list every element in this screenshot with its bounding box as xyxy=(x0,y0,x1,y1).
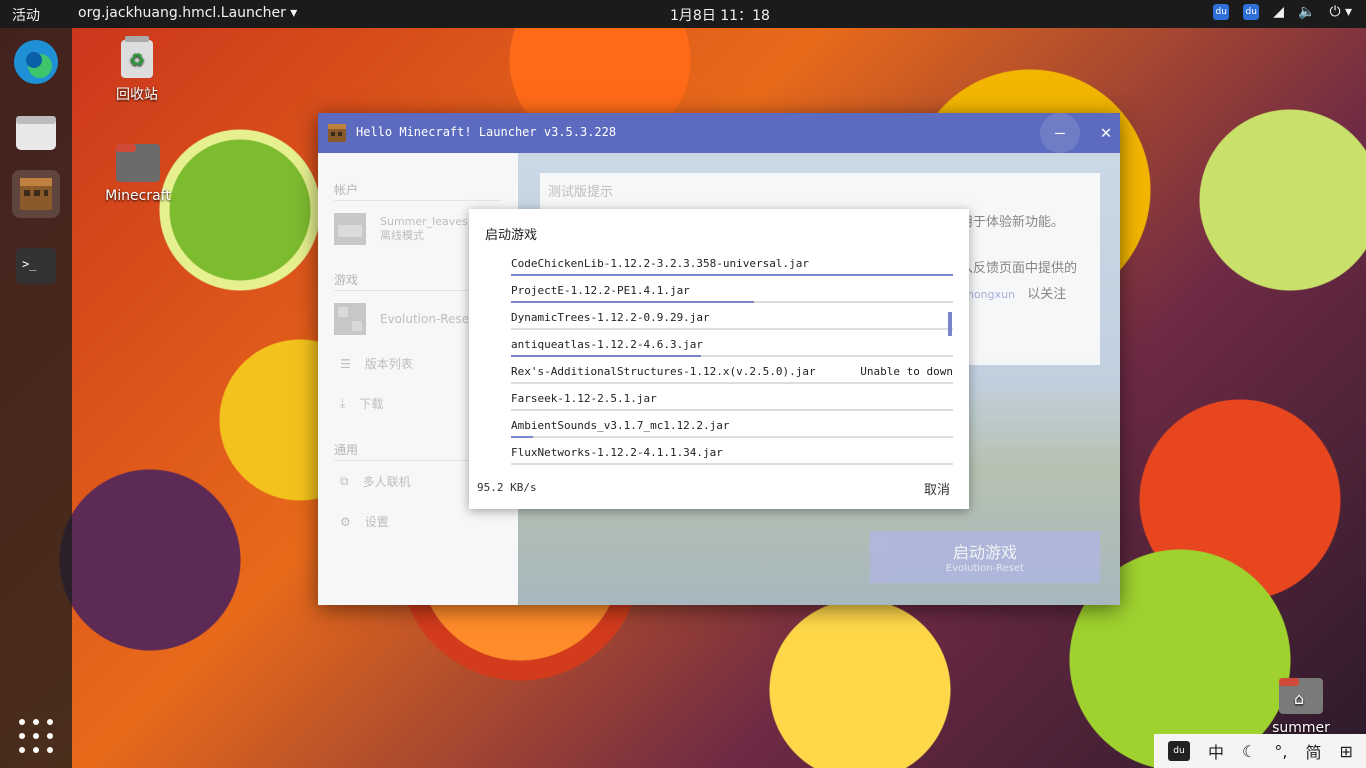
title-bar[interactable]: Hello Minecraft! Launcher v3.5.3.228 – ✕ xyxy=(318,113,1120,153)
trash-desktop-icon[interactable]: ♻ 回收站 xyxy=(104,34,170,104)
task-status: Unable to down xyxy=(860,365,953,378)
terminal-icon[interactable]: >_ xyxy=(12,242,60,290)
ime-language-toggle[interactable]: 中 xyxy=(1208,739,1224,763)
task-file-name: Farseek-1.12-2.5.1.jar xyxy=(511,392,657,405)
folder-icon xyxy=(116,144,160,182)
task-row: FluxNetworks-1.12.2-4.1.1.34.jar xyxy=(511,438,953,465)
launch-progress-dialog: 启动游戏 CodeChickenLib-1.12.2-3.2.3.358-uni… xyxy=(469,209,969,509)
task-row: Farseek-1.12-2.5.1.jar xyxy=(511,384,953,411)
task-file-name: AmbientSounds_v3.1.7_mc1.12.2.jar xyxy=(511,419,730,432)
task-file-name: ProjectE-1.12.2-PE1.4.1.jar xyxy=(511,284,690,297)
task-row: Rex's-AdditionalStructures-1.12.x(v.2.5.… xyxy=(511,357,953,384)
task-file-name: antiqueatlas-1.12.2-4.6.3.jar xyxy=(511,338,704,351)
task-file-name: DynamicTrees-1.12.2-0.9.29.jar xyxy=(511,311,710,324)
download-speed: 95.2 KB/s xyxy=(477,481,537,494)
show-apps-grid-icon[interactable] xyxy=(12,712,60,760)
task-row: ProjectE-1.12.2-PE1.4.1.jar xyxy=(511,276,953,303)
minecraft-folder-icon[interactable]: Minecraft xyxy=(100,140,176,204)
minimize-button[interactable]: – xyxy=(1040,113,1080,153)
task-row: CodeChickenLib-1.12.2-3.2.3.358-universa… xyxy=(511,249,953,276)
app-menu[interactable]: org.jackhuang.hmcl.Launcher ▾ xyxy=(78,5,297,21)
wifi-icon[interactable]: ◢ xyxy=(1273,4,1284,20)
home-folder-icon[interactable]: ⌂ summer xyxy=(1268,674,1334,736)
baidu-tray-icon[interactable]: du xyxy=(1243,4,1260,20)
task-file-name: Rex's-AdditionalStructures-1.12.x(v.2.5.… xyxy=(511,365,816,378)
grid-icon[interactable]: ⊞ xyxy=(1339,742,1352,761)
window-title: Hello Minecraft! Launcher v3.5.3.228 xyxy=(356,125,617,139)
task-row: antiqueatlas-1.12.2-4.6.3.jar xyxy=(511,330,953,357)
simplified-toggle[interactable]: 简 xyxy=(1305,739,1321,763)
launcher-app-icon xyxy=(328,124,346,142)
svg-text:>_: >_ xyxy=(22,257,37,271)
home-icon: ⌂ xyxy=(1279,678,1323,714)
punctuation-toggle[interactable]: °, xyxy=(1274,742,1287,761)
cancel-button[interactable]: 取消 xyxy=(924,479,950,498)
power-icon[interactable]: ⏻ ▾ xyxy=(1329,4,1352,20)
minecraft-folder-label: Minecraft xyxy=(105,188,171,204)
task-file-name: FluxNetworks-1.12.2-4.1.1.34.jar xyxy=(511,446,723,459)
task-progress-bar xyxy=(511,463,953,465)
minecraft-launcher-icon[interactable] xyxy=(12,170,60,218)
files-icon[interactable] xyxy=(12,108,60,156)
input-method-bar: du 中 ☾ °, 简 ⊞ xyxy=(1154,734,1366,768)
volume-icon[interactable]: 🔈 xyxy=(1298,4,1315,20)
edge-browser-icon[interactable] xyxy=(12,38,60,86)
task-file-name: CodeChickenLib-1.12.2-3.2.3.358-universa… xyxy=(511,257,810,270)
dock: >_ xyxy=(0,28,72,768)
baidu-input-icon[interactable]: du xyxy=(1213,4,1230,20)
activities-button[interactable]: 活动 xyxy=(12,5,40,25)
scrollbar-thumb[interactable] xyxy=(948,312,952,336)
moon-icon[interactable]: ☾ xyxy=(1242,742,1256,761)
recycle-bin-icon: ♻ xyxy=(121,36,153,78)
svg-text:♻: ♻ xyxy=(129,50,145,71)
trash-label: 回收站 xyxy=(116,87,158,103)
close-button[interactable]: ✕ xyxy=(1086,113,1120,153)
task-row: DynamicTrees-1.12.2-0.9.29.jar xyxy=(511,303,953,330)
ime-logo-icon[interactable]: du xyxy=(1168,741,1190,761)
svg-text:⌂: ⌂ xyxy=(1294,689,1304,708)
system-tray: du du ◢ 🔈 ⏻ ▾ xyxy=(1213,4,1352,20)
dialog-title: 启动游戏 xyxy=(485,228,538,243)
app-menu-label: org.jackhuang.hmcl.Launcher xyxy=(78,5,286,21)
clock[interactable]: 1月8日 11：18 xyxy=(670,5,770,25)
top-bar: 活动 org.jackhuang.hmcl.Launcher ▾ 1月8日 11… xyxy=(0,0,1366,28)
caret-down-icon: ▾ xyxy=(290,5,298,21)
task-row: AmbientSounds_v3.1.7_mc1.12.2.jar xyxy=(511,411,953,438)
